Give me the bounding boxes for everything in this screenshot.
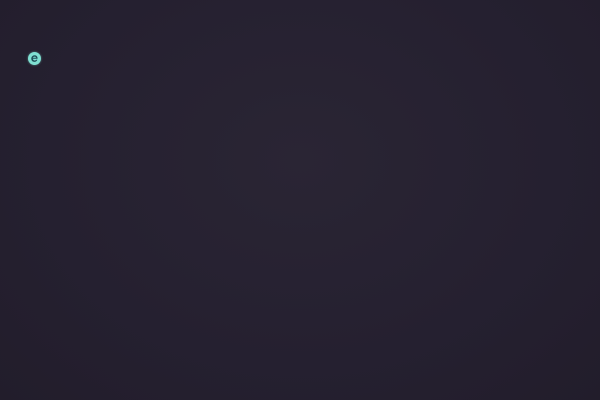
edge-browser-icon[interactable]: [28, 52, 41, 65]
desktop-background: [0, 0, 600, 400]
edge-browser-glyph: [31, 55, 38, 62]
